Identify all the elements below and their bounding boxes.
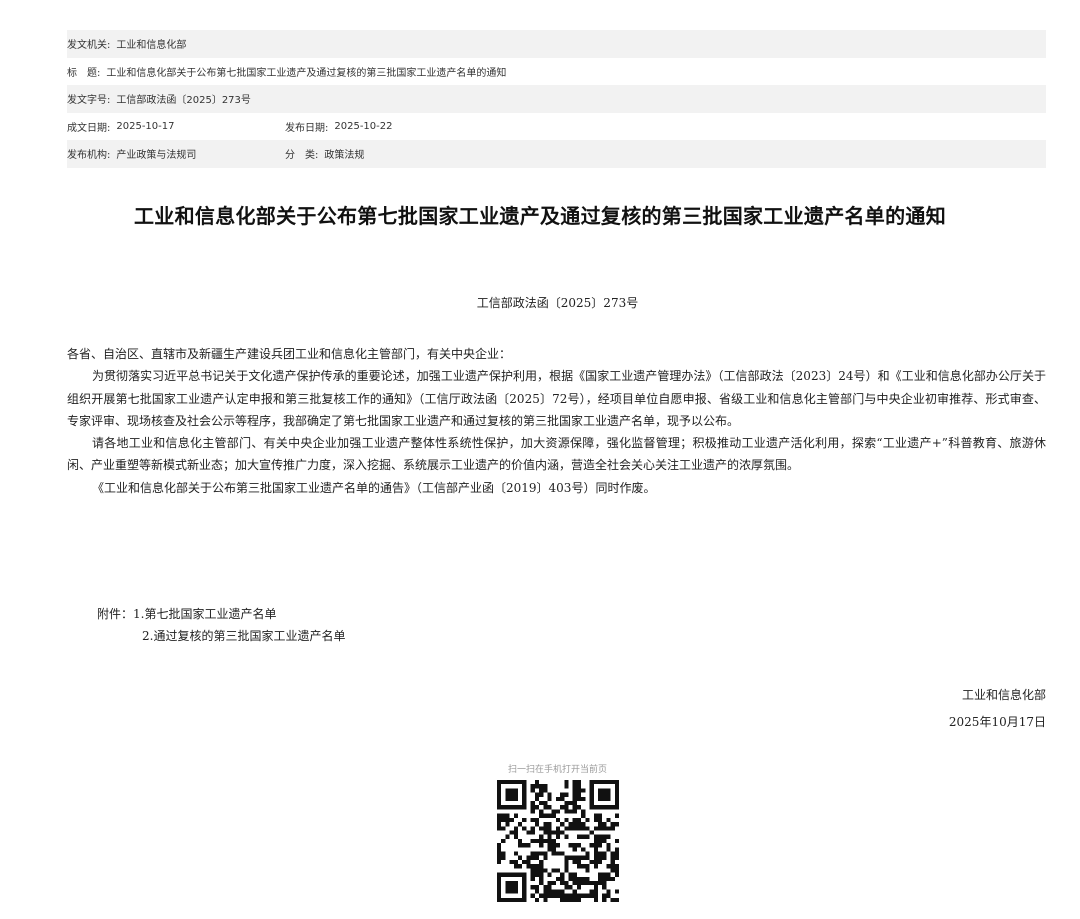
- signoff: 工业和信息化部 2025年10月17日: [949, 682, 1046, 736]
- meta-row-org: 发布机构: 产业政策与法规司 分 类: 政策法规: [67, 140, 1046, 168]
- qr-caption: 扫一扫在手机打开当前页: [507, 765, 607, 775]
- docno-label: 发文字号:: [67, 95, 111, 107]
- category-value: 政策法规: [324, 150, 365, 162]
- salutation: 各省、自治区、直辖市及新疆生产建设兵团工业和信息化主管部门，有关中央企业：: [67, 347, 512, 361]
- meta-row-docno: 发文字号: 工信部政法函〔2025〕273号: [67, 85, 1046, 113]
- published-label: 发布日期:: [285, 122, 329, 134]
- org-label: 发布机构:: [67, 150, 111, 162]
- published-value: 2025-10-22: [334, 120, 393, 132]
- metadata-table: 发文机关: 工业和信息化部 标 题: 工业和信息化部关于公布第七批国家工业遗产及…: [67, 30, 1046, 168]
- sign-date: 2025年10月17日: [948, 715, 1046, 729]
- issuer-label: 发文机关:: [67, 40, 111, 52]
- attachments: 附件：1.第七批国家工业遗产名单 2.通过复核的第三批国家工业遗产名单: [97, 603, 345, 647]
- org-value: 产业政策与法规司: [116, 150, 197, 162]
- attachments-label: 附件：: [97, 607, 134, 621]
- attachment-link-1[interactable]: 1.第七批国家工业遗产名单: [133, 607, 276, 621]
- document-number: 工信部政法函〔2025〕273号: [476, 296, 639, 310]
- document-body: 各省、自治区、直辖市及新疆生产建设兵团工业和信息化主管部门，有关中央企业： 为贯…: [67, 343, 1046, 499]
- meta-row-title: 标 题: 工业和信息化部关于公布第七批国家工业遗产及通过复核的第三批国家工业遗产…: [67, 58, 1046, 86]
- meta-row-dates: 成文日期: 2025-10-17 发布日期: 2025-10-22: [67, 113, 1046, 141]
- created-label: 成文日期:: [67, 122, 111, 134]
- meta-row-issuer: 发文机关: 工业和信息化部: [67, 30, 1046, 58]
- paragraph-1: 为贯彻落实习近平总书记关于文化遗产保护传承的重要论述，加强工业遗产保护利用，根据…: [67, 369, 1046, 428]
- qr-code-icon: [497, 780, 619, 902]
- attachment-item-2: 2.通过复核的第三批国家工业遗产名单: [97, 625, 345, 647]
- signer: 工业和信息化部: [961, 688, 1046, 702]
- paragraph-3: 《工业和信息化部关于公布第三批国家工业遗产名单的通告》（工信部产业函〔2019〕…: [92, 480, 656, 495]
- attachment-item-1: 附件：1.第七批国家工业遗产名单: [97, 603, 345, 625]
- document-title: 工业和信息化部关于公布第七批国家工业遗产及通过复核的第三批国家工业遗产名单的通知: [134, 204, 946, 228]
- category-label: 分 类:: [285, 150, 319, 162]
- paragraph-2: 请各地工业和信息化主管部门、有关中央企业加强工业遗产整体性系统性保护，加大资源保…: [67, 436, 1046, 473]
- issuer-value: 工业和信息化部: [116, 40, 187, 52]
- title-label: 标 题:: [67, 67, 101, 79]
- created-value: 2025-10-17: [116, 120, 175, 132]
- attachment-link-2[interactable]: 2.通过复核的第三批国家工业遗产名单: [142, 629, 345, 643]
- docno-value: 工信部政法函〔2025〕273号: [116, 95, 251, 107]
- title-value: 工业和信息化部关于公布第七批国家工业遗产及通过复核的第三批国家工业遗产名单的通知: [106, 67, 507, 79]
